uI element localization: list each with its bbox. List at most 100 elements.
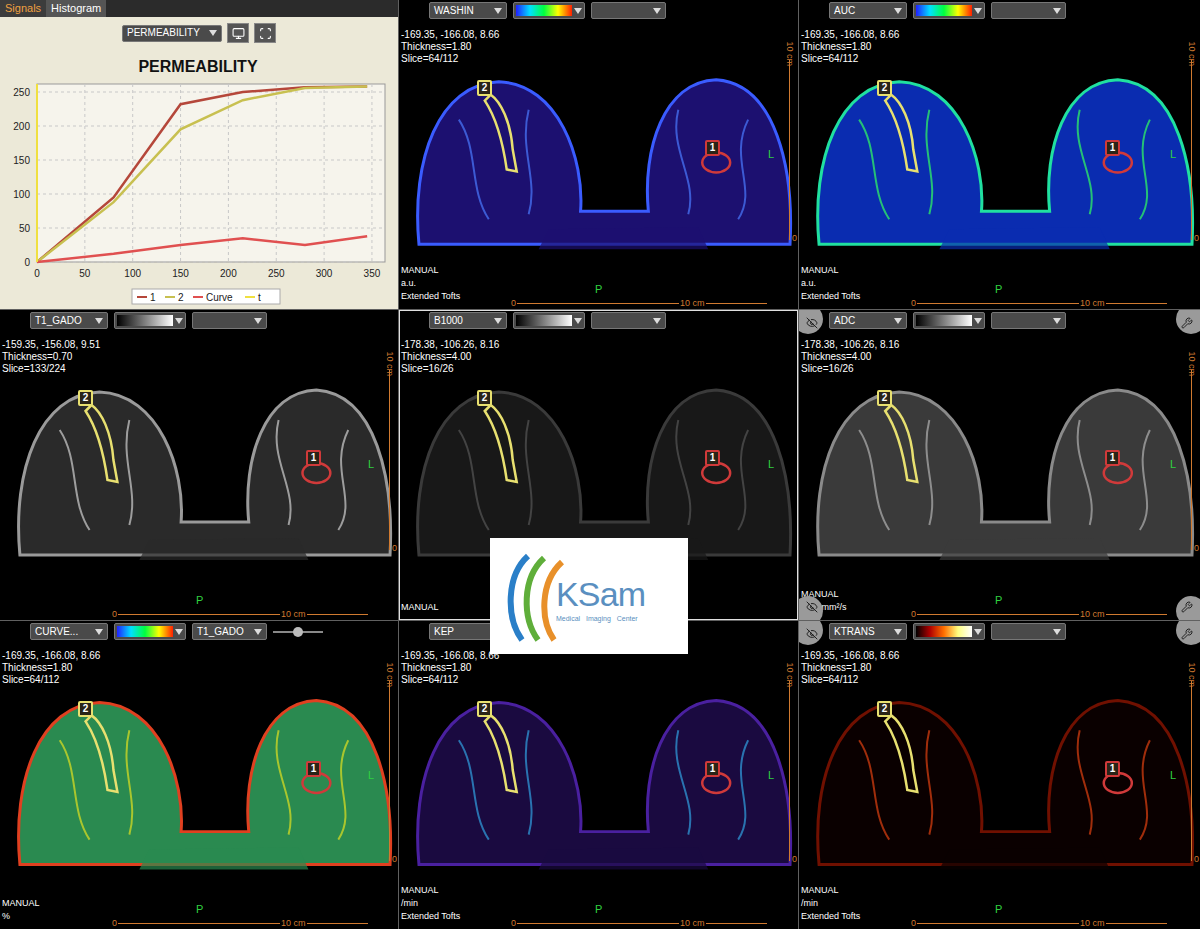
tools-button[interactable] xyxy=(1176,621,1200,645)
vertical-ruler-start: 0 xyxy=(392,855,397,864)
dropdown[interactable]: ADC xyxy=(829,312,907,329)
colormap-selector[interactable] xyxy=(913,312,985,329)
dropdown[interactable] xyxy=(591,312,666,329)
vertical-ruler-end: 10 cm xyxy=(1187,662,1196,687)
dropdown-arrow-icon xyxy=(1053,629,1061,635)
svg-text:350: 350 xyxy=(364,268,381,279)
roi-label[interactable]: 1 xyxy=(306,450,321,466)
dropdown[interactable] xyxy=(991,312,1066,329)
eye-off-icon xyxy=(806,317,818,329)
panel-tab[interactable]: Histogram xyxy=(46,0,106,17)
horizontal-ruler-start: 0 xyxy=(911,610,916,619)
dropdown[interactable] xyxy=(991,623,1066,640)
viewport-grid: SignalsHistogramPERMEABILITYPERMEABILITY… xyxy=(0,0,1200,929)
viewport[interactable]: 21T1_GADO-159.35, -156.08, 9.51Thickness… xyxy=(0,310,398,620)
horizontal-ruler-start: 0 xyxy=(112,610,117,619)
vertical-ruler-end: 10 cm xyxy=(785,662,794,687)
svg-text:0: 0 xyxy=(34,268,40,279)
svg-text:Curve: Curve xyxy=(206,292,233,303)
roi-label[interactable]: 2 xyxy=(877,701,892,717)
colormap-selector[interactable] xyxy=(513,2,585,19)
dropdown-arrow-icon xyxy=(95,318,103,324)
dropdown[interactable]: B1000 xyxy=(429,312,507,329)
roi-label[interactable]: 1 xyxy=(1105,140,1120,156)
vertical-ruler-end: 10 cm xyxy=(1187,41,1196,66)
svg-text:200: 200 xyxy=(220,268,237,279)
dropdown[interactable]: KTRANS xyxy=(829,623,907,640)
slice-info: -169.35, -166.08, 8.66Thickness=1.80Slic… xyxy=(2,650,100,686)
slice-info: -169.35, -166.08, 8.66Thickness=1.80Slic… xyxy=(801,650,899,686)
svg-text:250: 250 xyxy=(268,268,285,279)
svg-text:250: 250 xyxy=(13,87,30,98)
fit-button[interactable] xyxy=(254,23,276,43)
dropdown-arrow-icon xyxy=(494,318,502,324)
roi-label[interactable]: 2 xyxy=(78,701,93,717)
display-button[interactable] xyxy=(227,23,249,43)
dropdown[interactable]: T1_GADO xyxy=(192,623,267,640)
dropdown-arrow-icon xyxy=(209,30,217,36)
roi-label[interactable]: 2 xyxy=(477,80,492,96)
colormap-bar xyxy=(516,315,572,326)
roi-label[interactable]: 1 xyxy=(705,761,720,777)
colormap-selector[interactable] xyxy=(913,2,985,19)
roi-label[interactable]: 1 xyxy=(705,450,720,466)
dropdown[interactable] xyxy=(991,2,1066,19)
wrench-icon xyxy=(1181,628,1193,640)
viewport[interactable]: 21AUC-169.35, -166.08, 8.66Thickness=1.8… xyxy=(799,0,1200,309)
hide-overlay-button[interactable] xyxy=(799,310,823,334)
viewport-header: AUC xyxy=(829,2,1066,19)
eye-off-icon xyxy=(806,601,818,613)
horizontal-ruler-end: 10 cm xyxy=(679,299,706,308)
slice-info: -178.38, -106.26, 8.16Thickness=4.00Slic… xyxy=(801,339,899,375)
roi-label[interactable]: 2 xyxy=(477,701,492,717)
panel-tab[interactable]: Signals xyxy=(0,0,46,17)
viewport[interactable]: 2 1 CURVE... T1_GADO -169.35, -166.08, 8.66T… xyxy=(0,621,398,929)
dropdown[interactable]: T1_GADO xyxy=(30,312,108,329)
tools-button[interactable] xyxy=(1176,310,1200,334)
horizontal-ruler xyxy=(917,919,1167,924)
dropdown[interactable]: PERMEABILITY xyxy=(122,25,222,42)
hide-overlay-button[interactable] xyxy=(799,621,823,645)
roi-label[interactable]: 2 xyxy=(78,390,93,406)
roi-label[interactable]: 2 xyxy=(477,390,492,406)
vertical-ruler-start: 0 xyxy=(1194,855,1199,864)
center-logo: KSamMedical Imaging Center xyxy=(490,538,688,654)
colormap-selector[interactable] xyxy=(114,312,186,329)
dropdown[interactable]: CURVE... xyxy=(30,623,108,640)
colormap-selector[interactable] xyxy=(513,312,585,329)
vertical-ruler xyxy=(785,60,790,240)
dropdown-arrow-icon xyxy=(974,318,982,324)
colormap-selector[interactable] xyxy=(114,623,186,640)
dropdown-arrow-icon xyxy=(894,318,902,324)
permeability-chart: PERMEABILITY0501001502002500501001502002… xyxy=(0,49,398,309)
dropdown-arrow-icon xyxy=(175,629,183,635)
vertical-ruler xyxy=(1187,681,1192,861)
viewport[interactable]: 2 1 KTRANS -169.35, -166.08, 8.66Thickness=… xyxy=(799,621,1200,929)
hide-overlay-button[interactable] xyxy=(799,596,823,620)
roi-label[interactable]: 1 xyxy=(1105,761,1120,777)
roi-label[interactable]: 2 xyxy=(877,390,892,406)
roi-label[interactable]: 1 xyxy=(705,140,720,156)
panel-tabs: SignalsHistogram xyxy=(0,0,398,17)
vertical-ruler-end: 10 cm xyxy=(385,662,394,687)
dropdown[interactable]: WASHIN xyxy=(429,2,507,19)
dropdown-arrow-icon xyxy=(254,318,262,324)
roi-label[interactable]: 1 xyxy=(306,761,321,777)
roi-label[interactable]: 2 xyxy=(877,80,892,96)
dropdown[interactable] xyxy=(591,2,666,19)
vertical-ruler xyxy=(385,370,390,550)
colormap-selector[interactable] xyxy=(913,623,985,640)
viewport[interactable]: 21WASHIN-169.35, -166.08, 8.66Thickness=… xyxy=(399,0,798,309)
vertical-ruler-end: 10 cm xyxy=(785,41,794,66)
viewport[interactable]: 21KEP-169.35, -166.08, 8.66Thickness=1.8… xyxy=(399,621,798,929)
dropdown[interactable]: AUC xyxy=(829,2,907,19)
opacity-slider[interactable] xyxy=(273,626,323,638)
dropdown[interactable] xyxy=(192,312,267,329)
viewport-footer: MANUAL/minExtended Tofts xyxy=(801,884,860,923)
colormap-bar xyxy=(117,315,173,326)
roi-label[interactable]: 1 xyxy=(1105,450,1120,466)
viewport[interactable]: 2 1 ADC -178.38, -106.26, 8.16Thickness=4.0… xyxy=(799,310,1200,620)
series-line xyxy=(37,236,367,262)
tools-button[interactable] xyxy=(1176,596,1200,620)
horizontal-ruler xyxy=(118,919,368,924)
